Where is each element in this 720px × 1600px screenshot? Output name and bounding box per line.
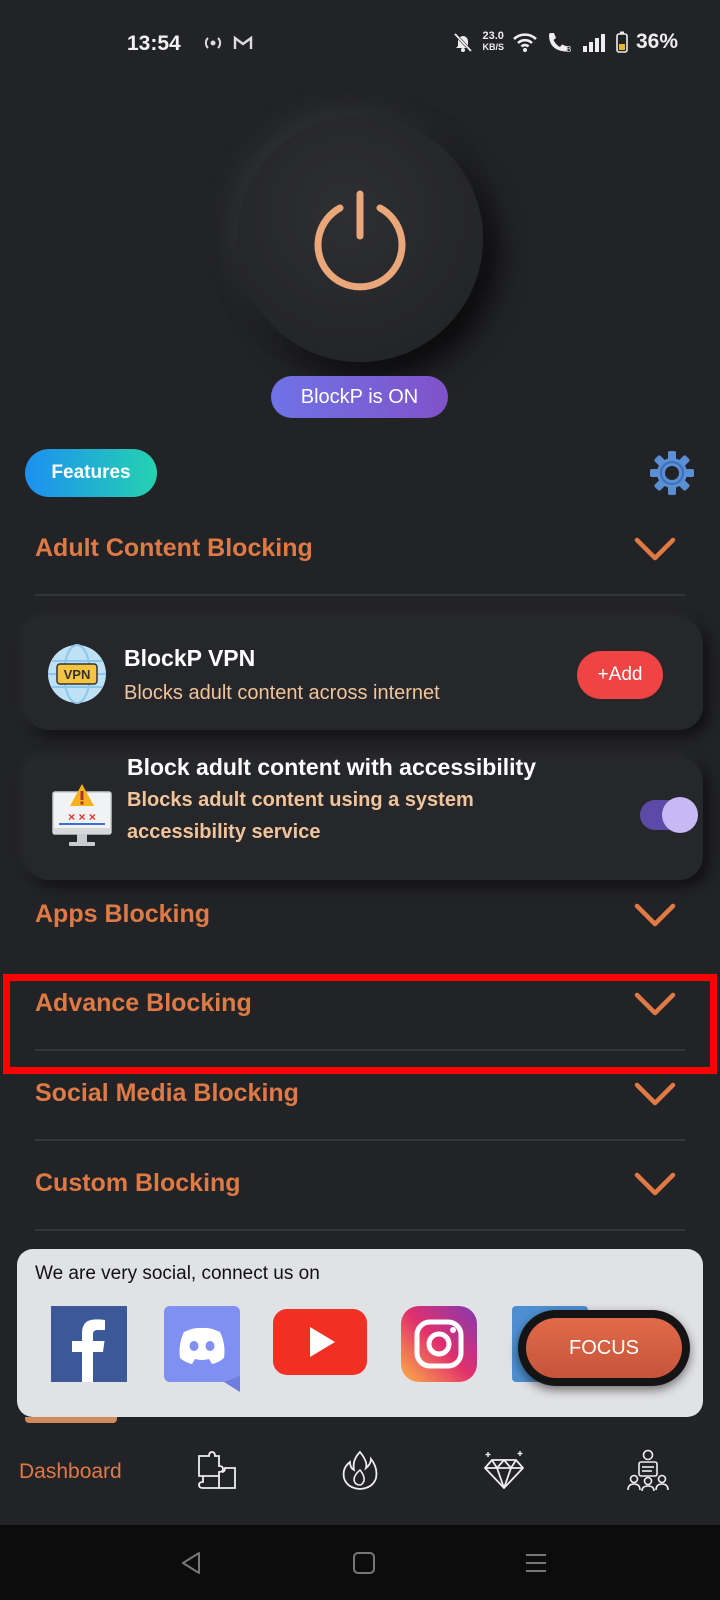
community-icon[interactable] [626, 1448, 670, 1492]
speed-unit: KB/S [482, 42, 504, 52]
section-social-media-blocking[interactable]: Social Media Blocking [35, 1051, 685, 1141]
radio-icon [204, 37, 222, 49]
accessibility-description-line1: Blocks adult content using a system [127, 789, 474, 811]
nav-dashboard[interactable]: Dashboard [19, 1460, 122, 1484]
section-title: Social Media Blocking [35, 1079, 299, 1107]
home-icon[interactable] [351, 1550, 377, 1576]
battery-icon [616, 31, 628, 53]
chevron-down-icon [634, 992, 676, 1016]
chevron-down-icon [634, 903, 676, 927]
status-bar: 13:54 23.0 KB/S B 36% [0, 0, 720, 92]
vpn-globe-icon: VPN [48, 644, 106, 704]
accessibility-description-line2: accessibility service [127, 821, 321, 843]
status-time: 13:54 [127, 32, 181, 55]
section-title: Advance Blocking [35, 989, 252, 1017]
wifi-icon [513, 33, 537, 52]
section-advance-blocking[interactable]: Advance Blocking [35, 961, 685, 1051]
signal-icon [582, 34, 605, 52]
section-title: Apps Blocking [35, 900, 211, 928]
speed-value: 23.0 [482, 30, 504, 42]
accessibility-title: Block adult content with accessibility [127, 754, 536, 780]
section-title: Custom Blocking [35, 1169, 241, 1197]
social-label: We are very social, connect us on [35, 1263, 320, 1284]
toggle-knob [662, 797, 698, 833]
back-icon[interactable] [179, 1550, 205, 1576]
power-icon [314, 190, 406, 291]
chevron-down-icon [634, 537, 676, 561]
facebook-icon[interactable] [51, 1306, 127, 1382]
chevron-down-icon [634, 1082, 676, 1106]
gmail-icon [233, 35, 253, 49]
protection-status-badge: BlockP is ON [271, 376, 448, 418]
warning-monitor-icon: × × × [52, 784, 112, 846]
wifi-calling-icon: B [548, 33, 571, 53]
discord-icon[interactable] [164, 1306, 240, 1392]
power-button[interactable] [237, 116, 483, 362]
vpn-icon-text: VPN [64, 667, 91, 682]
system-nav-bar [0, 1525, 720, 1600]
section-title: Adult Content Blocking [35, 534, 313, 562]
vpn-description: Blocks adult content across internet [124, 682, 440, 704]
puzzle-icon[interactable] [195, 1448, 239, 1492]
focus-label: FOCUS [526, 1318, 682, 1378]
gear-icon[interactable] [648, 449, 696, 497]
accessibility-card: × × × Block adult content with accessibi… [25, 754, 703, 880]
active-tab-indicator [25, 1417, 117, 1423]
svg-text:B: B [566, 45, 571, 53]
section-apps-blocking[interactable]: Apps Blocking [35, 872, 685, 962]
vpn-title: BlockP VPN [124, 645, 256, 671]
focus-button[interactable]: FOCUS [518, 1310, 690, 1386]
chevron-down-icon [634, 1172, 676, 1196]
svg-text:× × ×: × × × [68, 810, 96, 824]
battery-percent: 36% [635, 30, 678, 53]
section-adult-content-blocking[interactable]: Adult Content Blocking [35, 506, 685, 596]
youtube-icon[interactable] [273, 1309, 367, 1375]
features-tab[interactable]: Features [25, 449, 157, 497]
diamond-icon[interactable] [482, 1448, 526, 1492]
fire-icon[interactable] [338, 1448, 382, 1492]
accessibility-toggle[interactable] [640, 797, 698, 833]
status-left-icons [203, 35, 253, 54]
status-right-icons: 23.0 KB/S B 36% [452, 30, 678, 54]
bottom-nav: Dashboard [0, 1430, 720, 1525]
add-vpn-button[interactable]: +Add [577, 651, 663, 699]
section-custom-blocking[interactable]: Custom Blocking [35, 1141, 685, 1231]
network-speed: 23.0 KB/S [482, 31, 504, 53]
vpn-card: VPN BlockP VPN Blocks adult content acro… [25, 619, 703, 730]
instagram-icon[interactable] [401, 1306, 477, 1382]
mute-icon [454, 32, 473, 53]
recents-icon[interactable] [523, 1550, 549, 1576]
